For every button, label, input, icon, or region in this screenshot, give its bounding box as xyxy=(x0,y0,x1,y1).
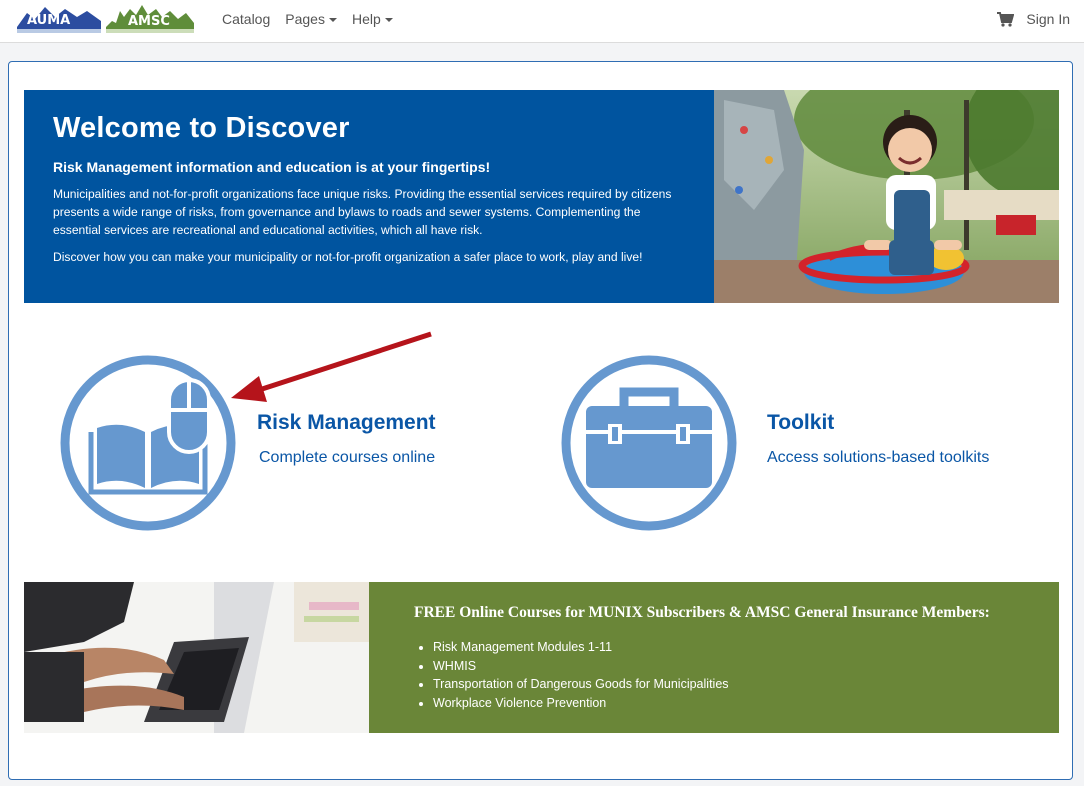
amsc-logo-text: AMSC xyxy=(128,14,170,29)
toolkit-subtitle[interactable]: Access solutions-based toolkits xyxy=(767,449,989,467)
free-courses-title: FREE Online Courses for MUNIX Subscriber… xyxy=(414,604,990,621)
nav-catalog-label: Catalog xyxy=(222,11,271,27)
book-mouse-icon[interactable] xyxy=(57,352,239,534)
laptop-typing-photo xyxy=(24,582,369,733)
welcome-paragraph-2: Discover how you can make your municipal… xyxy=(53,250,643,264)
free-courses-list: Risk Management Modules 1-11 WHMIS Trans… xyxy=(433,638,729,712)
auma-logo-text: AUMA xyxy=(27,13,70,28)
toolkit-title[interactable]: Toolkit xyxy=(767,411,834,435)
auma-logo[interactable]: AUMA xyxy=(17,3,101,35)
nav-help-dropdown[interactable]: Help xyxy=(352,11,393,27)
caret-down-icon xyxy=(328,18,337,23)
risk-management-subtitle[interactable]: Complete courses online xyxy=(259,449,435,467)
welcome-title: Welcome to Discover xyxy=(53,112,350,144)
red-arrow-icon xyxy=(231,331,432,402)
welcome-banner: Welcome to Discover Risk Management info… xyxy=(24,90,714,303)
caret-down-icon xyxy=(384,18,393,23)
welcome-paragraph-1: Municipalities and not-for-profit organi… xyxy=(53,187,672,237)
list-item: WHMIS xyxy=(433,657,729,676)
list-item: Risk Management Modules 1-11 xyxy=(433,638,729,657)
sign-in-link[interactable]: Sign In xyxy=(1026,11,1070,27)
list-item: Transportation of Dangerous Goods for Mu… xyxy=(433,675,729,694)
amsc-logo[interactable]: AMSC xyxy=(106,3,194,35)
top-navbar: AUMA AMSC Catalog Pages Help Sign In xyxy=(0,0,1084,43)
risk-management-title[interactable]: Risk Management xyxy=(257,411,436,435)
list-item: Workplace Violence Prevention xyxy=(433,694,729,713)
nav-catalog-link[interactable]: Catalog xyxy=(222,11,270,27)
nav-help-label: Help xyxy=(351,11,381,27)
main-panel: Welcome to Discover Risk Management info… xyxy=(8,61,1073,780)
nav-right: Sign In xyxy=(997,11,1070,27)
nav-pages-label: Pages xyxy=(285,11,325,27)
welcome-subtitle: Risk Management information and educatio… xyxy=(53,159,491,175)
free-courses-panel: FREE Online Courses for MUNIX Subscriber… xyxy=(369,582,1059,733)
nav-menu: Catalog Pages Help xyxy=(222,11,393,27)
shopping-cart-icon[interactable] xyxy=(997,11,1015,27)
toolbox-icon[interactable] xyxy=(558,352,740,534)
child-playground-photo xyxy=(714,90,1059,303)
nav-pages-dropdown[interactable]: Pages xyxy=(285,11,337,27)
